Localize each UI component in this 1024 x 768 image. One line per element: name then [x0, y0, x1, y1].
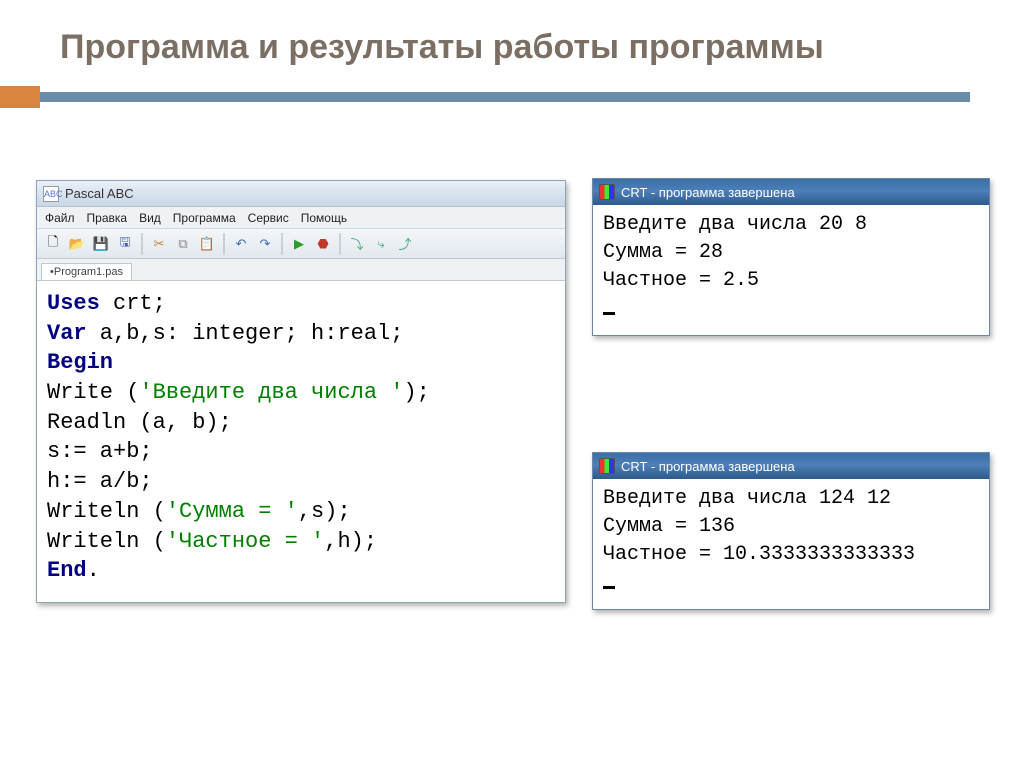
- code-line: Writeln ('Сумма = ',s);: [47, 497, 555, 527]
- toolbar-separator: [339, 233, 341, 255]
- crt-window-2: CRT - программа завершена Введите два чи…: [592, 452, 990, 610]
- menu-view[interactable]: Вид: [139, 211, 161, 225]
- code-line: Begin: [47, 348, 555, 378]
- stop-icon[interactable]: ⬣: [313, 234, 333, 254]
- code-line: h:= a/b;: [47, 467, 555, 497]
- open-file-icon[interactable]: 📂: [67, 234, 87, 254]
- crt1-title-text: CRT - программа завершена: [621, 185, 795, 200]
- cursor-icon: [603, 586, 615, 589]
- ide-window: ABC Pascal ABC Файл Правка Вид Программа…: [36, 180, 566, 603]
- menu-service[interactable]: Сервис: [248, 211, 289, 225]
- accent-line: [40, 92, 970, 102]
- step-out-icon[interactable]: ⤴: [395, 234, 415, 254]
- menu-edit[interactable]: Правка: [87, 211, 128, 225]
- step-over-icon[interactable]: ⤵: [347, 234, 367, 254]
- toolbar-separator: [223, 233, 225, 255]
- new-file-icon[interactable]: 🗋: [43, 234, 63, 254]
- paste-icon[interactable]: 📋: [197, 234, 217, 254]
- crt2-titlebar[interactable]: CRT - программа завершена: [593, 453, 989, 479]
- save-icon[interactable]: 💾: [91, 234, 111, 254]
- slide-title: Программа и результаты работы программы: [60, 28, 824, 67]
- crt-icon: [599, 458, 615, 474]
- run-icon[interactable]: ▶: [289, 234, 309, 254]
- menu-file[interactable]: Файл: [45, 211, 75, 225]
- tab-strip: •Program1.pas: [37, 259, 565, 281]
- crt1-output: Введите два числа 20 8 Сумма = 28 Частно…: [593, 205, 989, 335]
- code-line: Writeln ('Частное = ',h);: [47, 527, 555, 557]
- menu-program[interactable]: Программа: [173, 211, 236, 225]
- crt2-output: Введите два числа 124 12 Сумма = 136 Час…: [593, 479, 989, 609]
- crt-window-1: CRT - программа завершена Введите два чи…: [592, 178, 990, 336]
- code-editor[interactable]: Uses crt; Var a,b,s: integer; h:real; Be…: [37, 281, 565, 602]
- crt2-title-text: CRT - программа завершена: [621, 459, 795, 474]
- menu-help[interactable]: Помощь: [301, 211, 347, 225]
- accent-bar: [0, 86, 40, 108]
- code-line: Var a,b,s: integer; h:real;: [47, 319, 555, 349]
- app-icon: ABC: [43, 186, 59, 202]
- undo-icon[interactable]: ↶: [231, 234, 251, 254]
- toolbar-separator: [141, 233, 143, 255]
- code-line: Readln (a, b);: [47, 408, 555, 438]
- toolbar-separator: [281, 233, 283, 255]
- code-line: s:= a+b;: [47, 437, 555, 467]
- cut-icon[interactable]: ✂: [149, 234, 169, 254]
- crt1-titlebar[interactable]: CRT - программа завершена: [593, 179, 989, 205]
- menubar: Файл Правка Вид Программа Сервис Помощь: [37, 207, 565, 229]
- step-in-icon[interactable]: ⤷: [371, 234, 391, 254]
- ide-title-text: Pascal ABC: [65, 186, 134, 201]
- ide-titlebar[interactable]: ABC Pascal ABC: [37, 181, 565, 207]
- redo-icon[interactable]: ↷: [255, 234, 275, 254]
- cursor-icon: [603, 312, 615, 315]
- copy-icon[interactable]: ⧉: [173, 234, 193, 254]
- code-line: Write ('Введите два числа ');: [47, 378, 555, 408]
- code-line: End.: [47, 556, 555, 586]
- crt-icon: [599, 184, 615, 200]
- code-line: Uses crt;: [47, 289, 555, 319]
- toolbar: 🗋 📂 💾 🖫 ✂ ⧉ 📋 ↶ ↷ ▶ ⬣ ⤵ ⤷ ⤴: [37, 229, 565, 259]
- save-all-icon[interactable]: 🖫: [115, 234, 135, 254]
- tab-program1[interactable]: •Program1.pas: [41, 263, 132, 280]
